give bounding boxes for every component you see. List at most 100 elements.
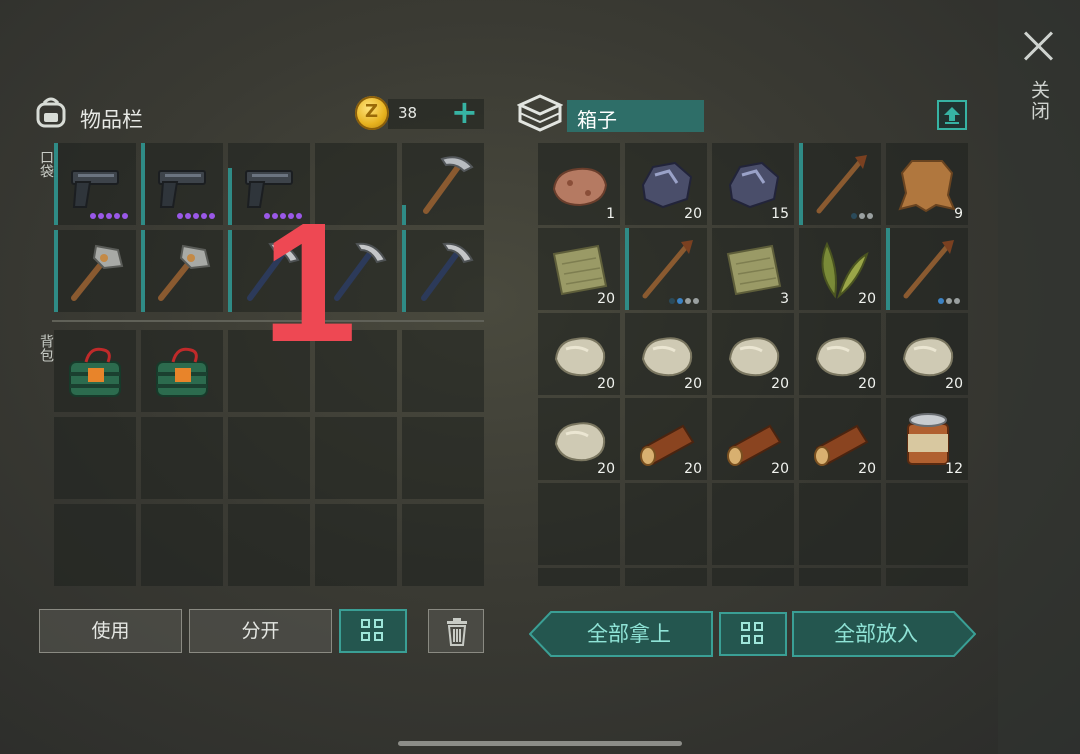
trash-icon — [447, 618, 467, 646]
chest-slot[interactable]: 20 — [625, 398, 707, 480]
chest-slot[interactable] — [886, 228, 968, 310]
quality-dots — [669, 298, 699, 304]
durability-bar — [799, 143, 803, 225]
coin-icon — [355, 96, 389, 130]
sort-inventory-button[interactable] — [339, 609, 407, 653]
chest-slot[interactable] — [538, 483, 620, 565]
chest-slot[interactable]: 20 — [799, 398, 881, 480]
chest-icon — [517, 94, 563, 132]
quality-dots — [851, 213, 873, 219]
chest-slot[interactable]: 20 — [538, 398, 620, 480]
backpack-slot[interactable] — [315, 417, 397, 499]
take-all-button[interactable]: 全部拿上 — [545, 611, 713, 657]
backpack-slot[interactable] — [141, 330, 223, 412]
use-button[interactable]: 使用 — [39, 609, 182, 653]
chest-slot[interactable]: 20 — [538, 228, 620, 310]
durability-bar — [402, 230, 406, 312]
item-count: 20 — [858, 461, 876, 477]
chest-slot[interactable]: 20 — [799, 228, 881, 310]
chest-slot[interactable]: 12 — [886, 398, 968, 480]
pickaxe-icon — [423, 156, 474, 214]
chest-slot[interactable] — [886, 568, 968, 586]
add-coins-button[interactable]: + — [451, 96, 478, 128]
sort-chest-button[interactable] — [719, 612, 787, 656]
backpack-slot[interactable] — [402, 330, 484, 412]
chest-slot[interactable] — [625, 568, 707, 586]
hammer-stone-icon — [71, 244, 124, 301]
upload-icon — [944, 107, 960, 124]
chest-slot[interactable]: 20 — [625, 143, 707, 225]
chest-slot[interactable] — [799, 568, 881, 586]
close-icon[interactable] — [1022, 30, 1054, 62]
chest-slot[interactable]: 20 — [799, 313, 881, 395]
home-indicator[interactable] — [398, 741, 682, 746]
backpack-slot[interactable] — [141, 504, 223, 586]
pocket-slot[interactable] — [54, 143, 136, 225]
chest-slot[interactable]: 20 — [886, 313, 968, 395]
pickaxe-iron-icon — [421, 242, 474, 301]
item-count: 20 — [858, 376, 876, 392]
chest-slot[interactable] — [712, 568, 794, 586]
chest-slot[interactable]: 1 — [538, 143, 620, 225]
quality-dots — [177, 213, 215, 219]
item-count: 20 — [597, 291, 615, 307]
item-count: 20 — [684, 206, 702, 222]
chest-slot[interactable]: 3 — [712, 228, 794, 310]
split-button[interactable]: 分开 — [189, 609, 332, 653]
backpack-slot[interactable] — [54, 504, 136, 586]
chest-slot[interactable] — [799, 143, 881, 225]
pocket-slot[interactable] — [141, 143, 223, 225]
durability-bar — [886, 228, 890, 310]
cloth-icon — [726, 244, 782, 296]
item-count: 20 — [771, 376, 789, 392]
pocket-slot[interactable] — [141, 230, 223, 312]
pocket-slot[interactable] — [54, 230, 136, 312]
coin-count: 38 — [398, 104, 418, 122]
chest-slot[interactable] — [625, 483, 707, 565]
chest-slot[interactable] — [799, 483, 881, 565]
chest-slot[interactable]: 15 — [712, 143, 794, 225]
chest-name-field[interactable]: 箱子 — [567, 100, 704, 132]
backpack-slot[interactable] — [315, 504, 397, 586]
backpack-label: 背包 — [38, 334, 54, 362]
backpack-slot[interactable] — [402, 504, 484, 586]
put-all-button[interactable]: 全部放入 — [792, 611, 960, 657]
chest-slot[interactable] — [625, 228, 707, 310]
backpack-slot[interactable] — [228, 417, 310, 499]
pocket-slot[interactable] — [402, 143, 484, 225]
grid-icon — [741, 622, 765, 646]
pistol-icon — [158, 170, 206, 208]
bomb-icon — [69, 347, 121, 397]
chest-slot[interactable] — [538, 568, 620, 586]
trash-button[interactable] — [428, 609, 484, 653]
bomb-icon — [156, 347, 208, 397]
item-count: 20 — [597, 461, 615, 477]
chest-title: 箱子 — [577, 108, 617, 132]
backpack-slot[interactable] — [54, 417, 136, 499]
chest-slot[interactable]: 20 — [625, 313, 707, 395]
item-count: 20 — [771, 461, 789, 477]
durability-bar — [228, 230, 232, 312]
backpack-slot[interactable] — [228, 504, 310, 586]
chest-slot[interactable]: 20 — [538, 313, 620, 395]
item-count: 20 — [684, 376, 702, 392]
backpack-icon — [36, 97, 66, 128]
chest-slot[interactable]: 20 — [712, 313, 794, 395]
chest-slot[interactable] — [712, 483, 794, 565]
spear-icon — [903, 240, 954, 299]
chest-slot[interactable] — [886, 483, 968, 565]
upload-button[interactable] — [937, 100, 967, 130]
durability-bar — [54, 230, 58, 312]
close-label[interactable]: 关闭 — [1028, 80, 1053, 122]
chest-slot[interactable]: 20 — [712, 398, 794, 480]
backpack-slot[interactable] — [54, 330, 136, 412]
backpack-slot[interactable] — [141, 417, 223, 499]
chest-slot[interactable]: 9 — [886, 143, 968, 225]
item-count: 3 — [780, 291, 789, 307]
durability-bar — [228, 167, 232, 225]
pistol-icon — [71, 170, 119, 208]
overlay-number: 1 — [262, 188, 357, 378]
durability-bar — [141, 143, 145, 225]
backpack-slot[interactable] — [402, 417, 484, 499]
pocket-slot[interactable] — [402, 230, 484, 312]
